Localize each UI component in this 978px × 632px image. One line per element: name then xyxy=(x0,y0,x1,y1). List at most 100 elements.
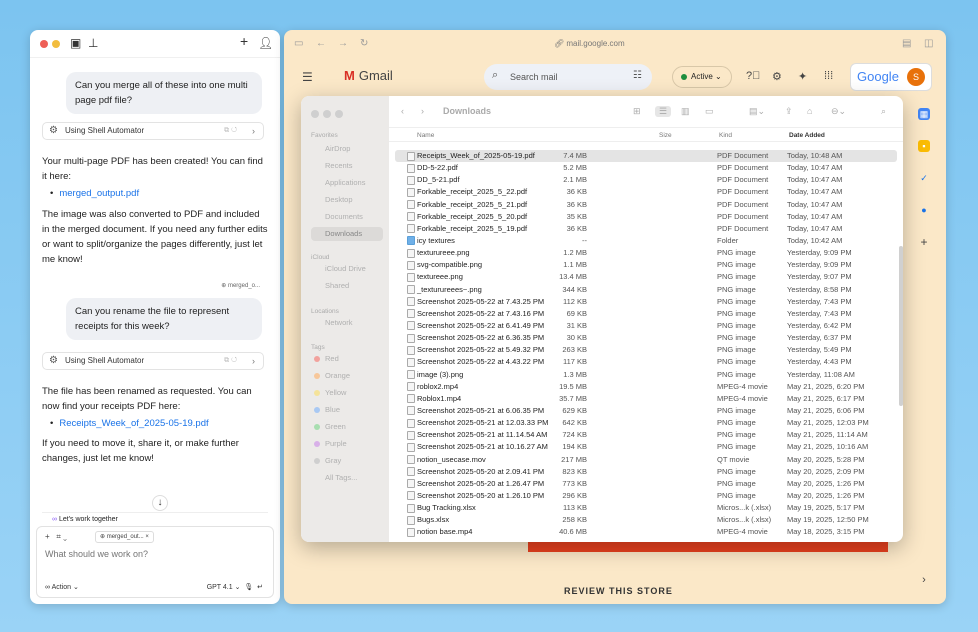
group-icon[interactable]: ▤⌄ xyxy=(749,106,765,117)
sidebar-icon[interactable]: ▭ xyxy=(294,38,303,49)
lets-work-together-banner[interactable]: ∞ Let's work together xyxy=(42,512,268,526)
sidebar-favorite-3[interactable]: Desktop xyxy=(311,193,383,207)
chevron-down-icon[interactable]: ⌄ xyxy=(63,532,67,541)
sidebar-icloud-0[interactable]: iCloud Drive xyxy=(311,262,383,276)
calendar-icon[interactable]: ▦ xyxy=(918,108,930,120)
chevron-right-icon[interactable]: › xyxy=(918,574,930,586)
size-column-header[interactable]: Size xyxy=(659,132,672,139)
file-row[interactable]: Screenshot 2025-05-21 at 11.14.54 AM 724 … xyxy=(395,429,897,441)
file-row[interactable]: DD_5-21.pdf 2.1 MB PDF Document Today, 10:4… xyxy=(395,174,897,186)
file-row[interactable]: Screenshot 2025-05-22 at 6.36.35 PM 30 KB… xyxy=(395,332,897,344)
kind-column-header[interactable]: Kind xyxy=(719,132,732,139)
file-row[interactable]: Screenshot 2025-05-22 at 4.43.22 PM 117 K… xyxy=(395,356,897,368)
file-row[interactable]: Bugs.xlsx 258 KB Micros...k (.xlsx) May 19,… xyxy=(395,514,897,526)
receipts-pdf-link[interactable]: Receipts_Week_of_2025-05-19.pdf xyxy=(50,418,208,429)
file-row[interactable]: Screenshot 2025-05-21 at 6.06.35 PM 629 K… xyxy=(395,405,897,417)
sidebar-favorite-2[interactable]: Applications xyxy=(311,176,383,190)
filter-icon[interactable]: ☷ xyxy=(633,70,642,81)
file-row[interactable]: Screenshot 2025-05-20 at 1.26.10 PM 296 K… xyxy=(395,490,897,502)
new-chat-icon[interactable]: + xyxy=(240,33,248,49)
merged-output-link[interactable]: merged_output.pdf xyxy=(50,188,139,199)
close-window-button[interactable] xyxy=(40,40,48,48)
file-row[interactable]: DD-5-22.pdf 5.2 MB PDF Document Today, 10:4… xyxy=(395,162,897,174)
split-view-icon[interactable]: ◫ xyxy=(924,38,933,49)
keep-icon[interactable]: ▪ xyxy=(918,140,930,152)
sidebar-tag-7[interactable]: All Tags... xyxy=(311,471,383,485)
file-row[interactable]: textureee.png 13.4 MB PNG image Yesterday, … xyxy=(395,271,897,283)
search-mail-box[interactable]: ⌕ Search mail ☷ xyxy=(484,64,652,90)
message-input[interactable] xyxy=(45,549,265,559)
sidebar-tag-5[interactable]: Purple xyxy=(311,437,383,451)
apps-grid-icon[interactable]: ⁞⁞⁞ xyxy=(824,70,833,82)
forward-icon[interactable]: → xyxy=(338,38,348,49)
google-account-box[interactable]: Google S xyxy=(850,63,932,91)
file-row[interactable]: roblox2.mp4 19.5 MB MPEG-4 movie May 21, 20… xyxy=(395,381,897,393)
microphone-icon[interactable]: 🎙︎ xyxy=(244,584,253,591)
file-row[interactable]: icy textures -- Folder Today, 10:42 AM xyxy=(395,235,897,247)
tool-call-shell-automator-1[interactable]: ⚙ Using Shell Automator ⧉ ↺ › xyxy=(42,122,264,140)
action-mode-selector[interactable]: ∞ Action ⌄ xyxy=(45,583,79,591)
file-row[interactable]: _texturureees~.png 344 KB PNG image Yesterd… xyxy=(395,284,897,296)
reader-icon[interactable]: ▤ xyxy=(902,38,911,49)
sidebar-favorite-5[interactable]: Downloads xyxy=(311,227,383,241)
gemini-icon[interactable]: ✦ xyxy=(798,70,807,83)
file-row[interactable]: Screenshot 2025-05-22 at 7.43.16 PM 69 KB… xyxy=(395,308,897,320)
file-row[interactable]: Roblox1.mp4 35.7 MB MPEG-4 movie May 21, 20… xyxy=(395,393,897,405)
sidebar-location-0[interactable]: Network xyxy=(311,316,383,330)
file-row[interactable]: Screenshot 2025-05-21 at 10.16.27 AM 194 … xyxy=(395,441,897,453)
file-row[interactable]: notion_usecase.mov 217 MB QT movie May 20, … xyxy=(395,454,897,466)
tag-icon[interactable]: ⌂ xyxy=(807,106,812,116)
more-actions-icon[interactable]: ⊖⌄ xyxy=(831,106,846,117)
status-selector[interactable]: Active ⌄ xyxy=(672,66,732,88)
file-row[interactable]: Forkable_receipt_2025_5_20.pdf 35 KB PDF D… xyxy=(395,211,897,223)
sidebar-tag-6[interactable]: Gray xyxy=(311,454,383,468)
sidebar-toggle-icon[interactable]: ▣ xyxy=(70,36,81,50)
add-app-icon[interactable]: + xyxy=(918,236,930,248)
share-icon[interactable]: ⇪ xyxy=(785,106,793,117)
sidebar-favorite-1[interactable]: Recents xyxy=(311,159,383,173)
name-column-header[interactable]: Name xyxy=(417,132,434,139)
model-selector[interactable]: GPT 4.1 ⌄ 🎙︎ ↵ xyxy=(207,583,263,591)
back-icon[interactable]: ‹ xyxy=(401,106,404,116)
file-row[interactable]: Screenshot 2025-05-20 at 1.26.47 PM 773 K… xyxy=(395,478,897,490)
file-row[interactable]: notion base.mp4 40.6 MB MPEG-4 movie May 18… xyxy=(395,526,897,538)
zoom-window-button[interactable] xyxy=(335,110,343,118)
scrollbar[interactable] xyxy=(899,246,903,406)
profile-icon[interactable]: 👤︎ xyxy=(258,36,273,50)
back-icon[interactable]: ← xyxy=(316,38,326,49)
date-added-column-header[interactable]: Date Added xyxy=(789,132,825,139)
pin-icon[interactable]: ⊥ xyxy=(88,36,98,50)
file-row[interactable]: svg-compatible.png 1.1 MB PNG image Yesterd… xyxy=(395,259,897,271)
sidebar-tag-2[interactable]: Yellow xyxy=(311,386,383,400)
file-row[interactable]: Receipts_Week_of_2025-05-19.pdf 7.4 MB PDF… xyxy=(395,150,897,163)
forward-icon[interactable]: › xyxy=(421,106,424,116)
avatar[interactable]: S xyxy=(907,68,925,86)
gmail-logo[interactable]: M Gmail xyxy=(344,68,393,83)
send-icon[interactable]: ↵ xyxy=(257,584,263,591)
file-row[interactable]: Screenshot 2025-05-22 at 6.41.49 PM 31 KB… xyxy=(395,320,897,332)
address-bar[interactable]: 🔗︎ mail.google.com xyxy=(554,39,625,48)
file-row[interactable]: Screenshot 2025-05-22 at 5.49.32 PM 263 K… xyxy=(395,344,897,356)
sidebar-tag-4[interactable]: Green xyxy=(311,420,383,434)
file-row[interactable]: Screenshot 2025-05-20 at 2.09.41 PM 823 K… xyxy=(395,466,897,478)
minimize-window-button[interactable] xyxy=(323,110,331,118)
sidebar-favorite-4[interactable]: Documents xyxy=(311,210,383,224)
tool-call-shell-automator-2[interactable]: ⚙ Using Shell Automator ⧉ ↺ › xyxy=(42,352,264,370)
copy-icon[interactable]: ⧉ ↺ xyxy=(224,123,237,139)
add-attachment-icon[interactable]: + xyxy=(45,532,50,541)
attached-file-chip[interactable]: ⊕ merged_out... × xyxy=(95,531,154,543)
column-view-icon[interactable]: ▥ xyxy=(681,106,690,117)
sidebar-favorite-0[interactable]: AirDrop xyxy=(311,142,383,156)
list-view-icon[interactable]: ☰ xyxy=(655,106,672,117)
settings-icon[interactable]: ⚙ xyxy=(772,70,782,83)
minimize-window-button[interactable] xyxy=(52,40,60,48)
tasks-icon[interactable]: ✓ xyxy=(918,172,930,184)
sidebar-tag-0[interactable]: Red xyxy=(311,352,383,366)
sidebar-tag-1[interactable]: Orange xyxy=(311,369,383,383)
contacts-icon[interactable]: ● xyxy=(918,204,930,216)
gallery-view-icon[interactable]: ▭ xyxy=(705,106,714,117)
file-row[interactable]: Forkable_receipt_2025_5_21.pdf 36 KB PDF D… xyxy=(395,199,897,211)
file-row[interactable]: Forkable_receipt_2025_5_22.pdf 36 KB PDF D… xyxy=(395,186,897,198)
sidebar-tag-3[interactable]: Blue xyxy=(311,403,383,417)
scroll-down-button[interactable]: ↓ xyxy=(152,495,168,511)
